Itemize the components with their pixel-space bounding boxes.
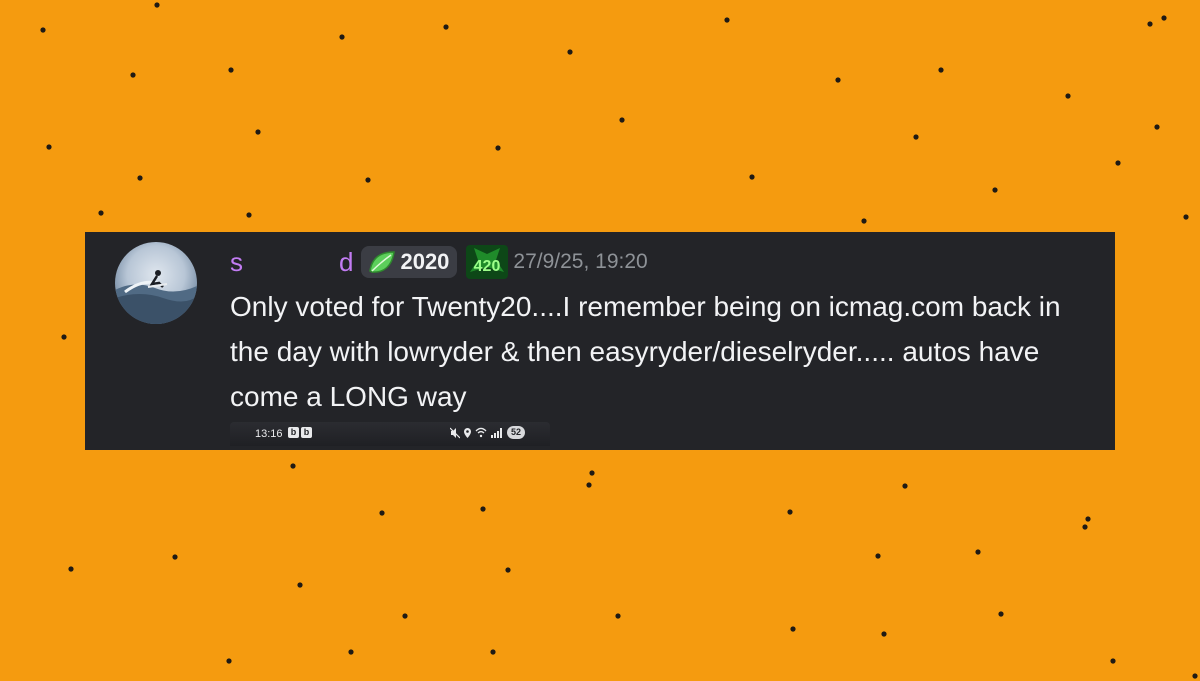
background-dot — [379, 510, 385, 516]
background-dot — [297, 582, 303, 588]
background-dot — [913, 134, 919, 140]
guild-tag-badge[interactable]: 2020 — [361, 246, 458, 278]
background-dot — [154, 2, 160, 8]
background-dot — [938, 67, 944, 73]
status-notification-icons: b b — [288, 427, 314, 438]
background-dot — [902, 483, 908, 489]
background-dot — [226, 658, 232, 664]
mute-icon — [450, 427, 460, 438]
background-dot — [1065, 93, 1071, 99]
background-dot — [1147, 21, 1153, 27]
background-dot — [835, 77, 841, 83]
background-dot — [137, 175, 143, 181]
background-dot — [881, 631, 887, 637]
background-dot — [790, 626, 796, 632]
background-dot — [724, 17, 730, 23]
background-dot — [875, 553, 881, 559]
username-visible-end: d — [339, 246, 354, 277]
background-dot — [975, 549, 981, 555]
background-dot — [1192, 673, 1198, 679]
author-username[interactable]: s d — [230, 245, 353, 279]
background-dot — [1110, 658, 1116, 664]
guild-tag-year: 2020 — [400, 249, 450, 274]
background-dot — [339, 34, 345, 40]
status-system-icons: 52 — [450, 426, 526, 439]
location-icon — [464, 427, 471, 438]
background-dot — [992, 187, 998, 193]
background-dot — [1115, 160, 1121, 166]
background-dot — [40, 27, 46, 33]
background-dot — [98, 210, 104, 216]
background-dot — [615, 613, 621, 619]
background-dot — [998, 611, 1004, 617]
background-dot — [495, 145, 501, 151]
background-dot — [246, 212, 252, 218]
leaf-icon — [369, 251, 396, 273]
battery-indicator: 52 — [507, 426, 526, 439]
background-dot — [861, 218, 867, 224]
background-dot — [402, 613, 408, 619]
notification-b-icon: b — [288, 427, 299, 438]
message-timestamp: 27/9/25, 19:20 — [513, 250, 648, 273]
username-visible-start: s — [230, 246, 243, 277]
notification-b-icon: b — [301, 427, 312, 438]
background-dot — [61, 334, 67, 340]
background-dot — [348, 649, 354, 655]
message-body: Only voted for Twenty20....I remember be… — [230, 291, 1061, 412]
background-dot — [68, 566, 74, 572]
background-dot — [505, 567, 511, 573]
background-dot — [480, 506, 486, 512]
background-dot — [172, 554, 178, 560]
wifi-icon — [475, 427, 487, 438]
background-dot — [567, 49, 573, 55]
status-time: 13:16 — [255, 428, 283, 440]
background-dot — [1154, 124, 1160, 130]
background-dot — [46, 144, 52, 150]
background-dot — [749, 174, 755, 180]
username-redaction — [243, 247, 339, 277]
avatar[interactable] — [115, 242, 197, 324]
420-badge-icon[interactable]: 420 — [465, 244, 509, 280]
background-dot — [589, 470, 595, 476]
background-dot — [1183, 214, 1189, 220]
background-dot — [130, 72, 136, 78]
background-dot — [490, 649, 496, 655]
background-dot — [619, 117, 625, 123]
background-dot — [443, 24, 449, 30]
background-dot — [586, 482, 592, 488]
message-card: s d 2020 420 27/9/25, 19:20 Only voted f… — [85, 232, 1115, 450]
message-header: s d 2020 420 27/9/25, 19:20 — [230, 242, 648, 282]
background-dot — [228, 67, 234, 73]
role-icon-number: 420 — [474, 258, 501, 275]
background-dot — [255, 129, 261, 135]
background-dot — [1082, 524, 1088, 530]
embedded-phone-status-bar: 13:16 b b 52 — [230, 422, 550, 446]
background-dot — [1085, 516, 1091, 522]
background-dot — [365, 177, 371, 183]
background-dot — [1161, 15, 1167, 21]
signal-icon — [491, 428, 502, 438]
background-dot — [290, 463, 296, 469]
background-dot — [787, 509, 793, 515]
